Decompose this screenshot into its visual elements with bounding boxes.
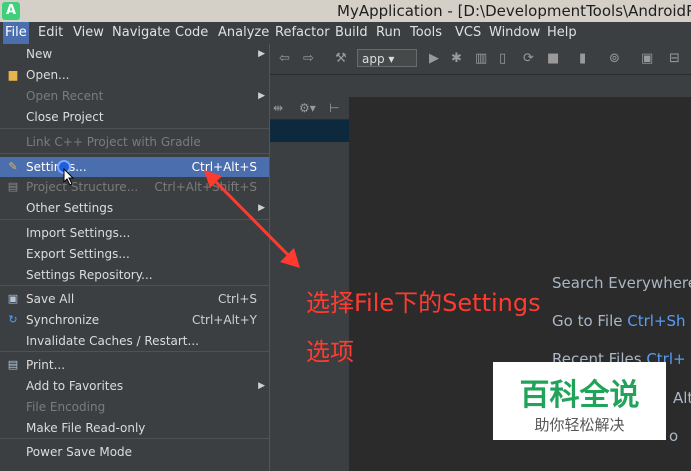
hint-go-to-file-label: Go to File — [552, 312, 623, 330]
menu-item-close-project[interactable]: Close Project — [0, 107, 269, 127]
forward-icon[interactable]: ⇨ — [303, 51, 314, 66]
print-icon: ▤ — [7, 358, 19, 371]
hint-go-to-file-shortcut: Ctrl+Sh — [627, 312, 686, 330]
menu-item-print[interactable]: ▤ Print... — [0, 355, 269, 375]
submenu-arrow-icon: ▶ — [258, 49, 265, 59]
stop-icon[interactable]: ■ — [547, 51, 559, 66]
folder-icon: ▆ — [8, 68, 18, 81]
watermark-title: 百科全说 — [519, 378, 640, 413]
menu-item-label: Add to Favorites — [26, 379, 124, 393]
attach-icon[interactable]: ▯ — [499, 51, 506, 66]
menu-item-open-recent: Open Recent ▶ — [0, 86, 269, 106]
menu-item-label: Save All — [26, 292, 75, 306]
menu-item-label: Export Settings... — [26, 247, 130, 261]
hide-panel-icon[interactable]: ⊢ — [329, 101, 339, 115]
profile-icon[interactable]: ▥ — [475, 51, 487, 66]
menu-item-label: Open Recent — [26, 89, 104, 103]
menu-item-file-encoding: File Encoding — [0, 397, 269, 417]
back-icon[interactable]: ⇦ — [279, 51, 290, 66]
structure-icon: ▤ — [7, 180, 19, 193]
menu-item-label: Make File Read-only — [26, 421, 146, 435]
menu-build[interactable]: Build — [333, 22, 370, 44]
menu-item-open[interactable]: ▆ Open... — [0, 65, 269, 85]
menu-item-shortcut: Ctrl+S — [217, 292, 257, 306]
menu-item-label: Synchronize — [26, 313, 100, 327]
hammer-icon[interactable]: ⚒ — [335, 51, 347, 66]
menu-item-label: Other Settings — [26, 201, 114, 215]
annotation-text-line2: 选项 — [306, 338, 354, 366]
watermark-logo: 百科全说 助你轻松解决 — [493, 362, 666, 440]
menu-edit[interactable]: Edit — [36, 22, 65, 44]
menu-item-label: Invalidate Caches / Restart... — [26, 334, 199, 348]
menu-item-label: Import Settings... — [26, 226, 131, 240]
menu-analyze[interactable]: Analyze — [216, 22, 271, 44]
menu-item-label: Print... — [26, 358, 66, 372]
run-config-select[interactable]: app ▾ — [357, 49, 417, 67]
menu-item-label: File Encoding — [26, 400, 106, 414]
menu-help[interactable]: Help — [545, 22, 579, 44]
debug-icon[interactable]: ✱ — [451, 51, 462, 66]
title-bar: A MyApplication - [D:\DevelopmentTools\A… — [0, 0, 691, 22]
window-title: MyApplication - [D:\DevelopmentTools\And… — [337, 2, 691, 20]
wrench-icon: ✎ — [8, 160, 18, 173]
hint-search-everywhere: Search Everywhere — [552, 274, 691, 292]
menu-view[interactable]: View — [71, 22, 106, 44]
menu-item-label: Project Structure... — [26, 180, 139, 194]
mouse-cursor-icon — [63, 168, 75, 186]
save-icon: ▣ — [7, 292, 19, 305]
menu-refactor[interactable]: Refactor — [273, 22, 332, 44]
run-config-label: app — [362, 52, 385, 66]
menu-item-label: Settings Repository... — [26, 268, 153, 282]
submenu-arrow-icon: ▶ — [258, 91, 265, 101]
main-toolbar: ⇦ ⇨ ⚒ app ▾ ▶ ✱ ▥ ▯ ⟳ ■ ▮ ⊚ ▣ ⊟ — [269, 44, 691, 75]
menu-file[interactable]: File — [3, 22, 29, 44]
menu-item-save-all[interactable]: ▣ Save All Ctrl+S — [0, 289, 269, 309]
menu-window[interactable]: Window — [487, 22, 542, 44]
menu-vcs[interactable]: VCS — [453, 22, 483, 44]
run-icon[interactable]: ▶ — [429, 51, 439, 66]
menu-item-add-to-favorites[interactable]: Add to Favorites ▶ — [0, 376, 269, 396]
sync-icon: ↻ — [8, 313, 18, 326]
menu-separator — [0, 285, 269, 286]
project-panel-header: ⇹ ⚙▾ ⊢ — [269, 97, 349, 120]
menu-item-label: Link C++ Project with Gradle — [26, 135, 201, 149]
gear-icon[interactable]: ⚙▾ — [299, 101, 316, 115]
menu-item-new[interactable]: New ▶ — [0, 44, 269, 64]
android-studio-icon: A — [2, 2, 20, 20]
watermark-subtitle: 助你轻松解决 — [534, 416, 625, 434]
menu-item-label: Open... — [26, 68, 70, 82]
hint-navigation-shortcut: Alt — [673, 389, 691, 407]
collapse-icon[interactable]: ⇹ — [273, 101, 283, 115]
annotation-arrow — [204, 170, 300, 268]
hint-go-to-file: Go to File Ctrl+Sh — [552, 312, 686, 330]
menu-code[interactable]: Code — [173, 22, 210, 44]
menu-tools[interactable]: Tools — [408, 22, 444, 44]
menu-item-shortcut: Ctrl+Alt+Y — [191, 313, 257, 327]
submenu-arrow-icon: ▶ — [258, 381, 265, 391]
menu-item-link-c-project-with-gradle: Link C++ Project with Gradle — [0, 132, 269, 152]
menu-navigate[interactable]: Navigate — [110, 22, 172, 44]
menu-separator — [0, 153, 269, 154]
annotation-text-line1: 选择File下的Settings — [306, 289, 541, 317]
hint-drop-files: o — [669, 427, 679, 445]
menu-separator — [0, 128, 269, 129]
avd-manager-icon[interactable]: ▮ — [579, 51, 586, 66]
menu-separator — [0, 351, 269, 352]
menu-separator — [0, 438, 269, 439]
menu-item-synchronize[interactable]: ↻ Synchronize Ctrl+Alt+Y — [0, 310, 269, 330]
menu-item-label: New — [26, 47, 53, 61]
menu-item-make-file-read-only[interactable]: Make File Read-only — [0, 418, 269, 438]
menu-item-label: Close Project — [26, 110, 104, 124]
gradle-sync-icon[interactable]: ⊚ — [609, 51, 620, 66]
navigation-bar — [269, 75, 691, 97]
apply-changes-icon[interactable]: ⟳ — [523, 51, 534, 66]
menu-item-power-save-mode[interactable]: Power Save Mode — [0, 442, 269, 462]
menu-bar: File Edit View Navigate Code Analyze Ref… — [0, 22, 691, 44]
project-tree-selection[interactable] — [269, 120, 349, 142]
menu-item-label: Power Save Mode — [26, 445, 133, 459]
menu-run[interactable]: Run — [374, 22, 403, 44]
sdk-manager-icon[interactable]: ▣ — [641, 51, 653, 66]
device-monitor-icon[interactable]: ⊟ — [669, 51, 680, 66]
menu-item-invalidate-caches-restart[interactable]: Invalidate Caches / Restart... — [0, 331, 269, 351]
